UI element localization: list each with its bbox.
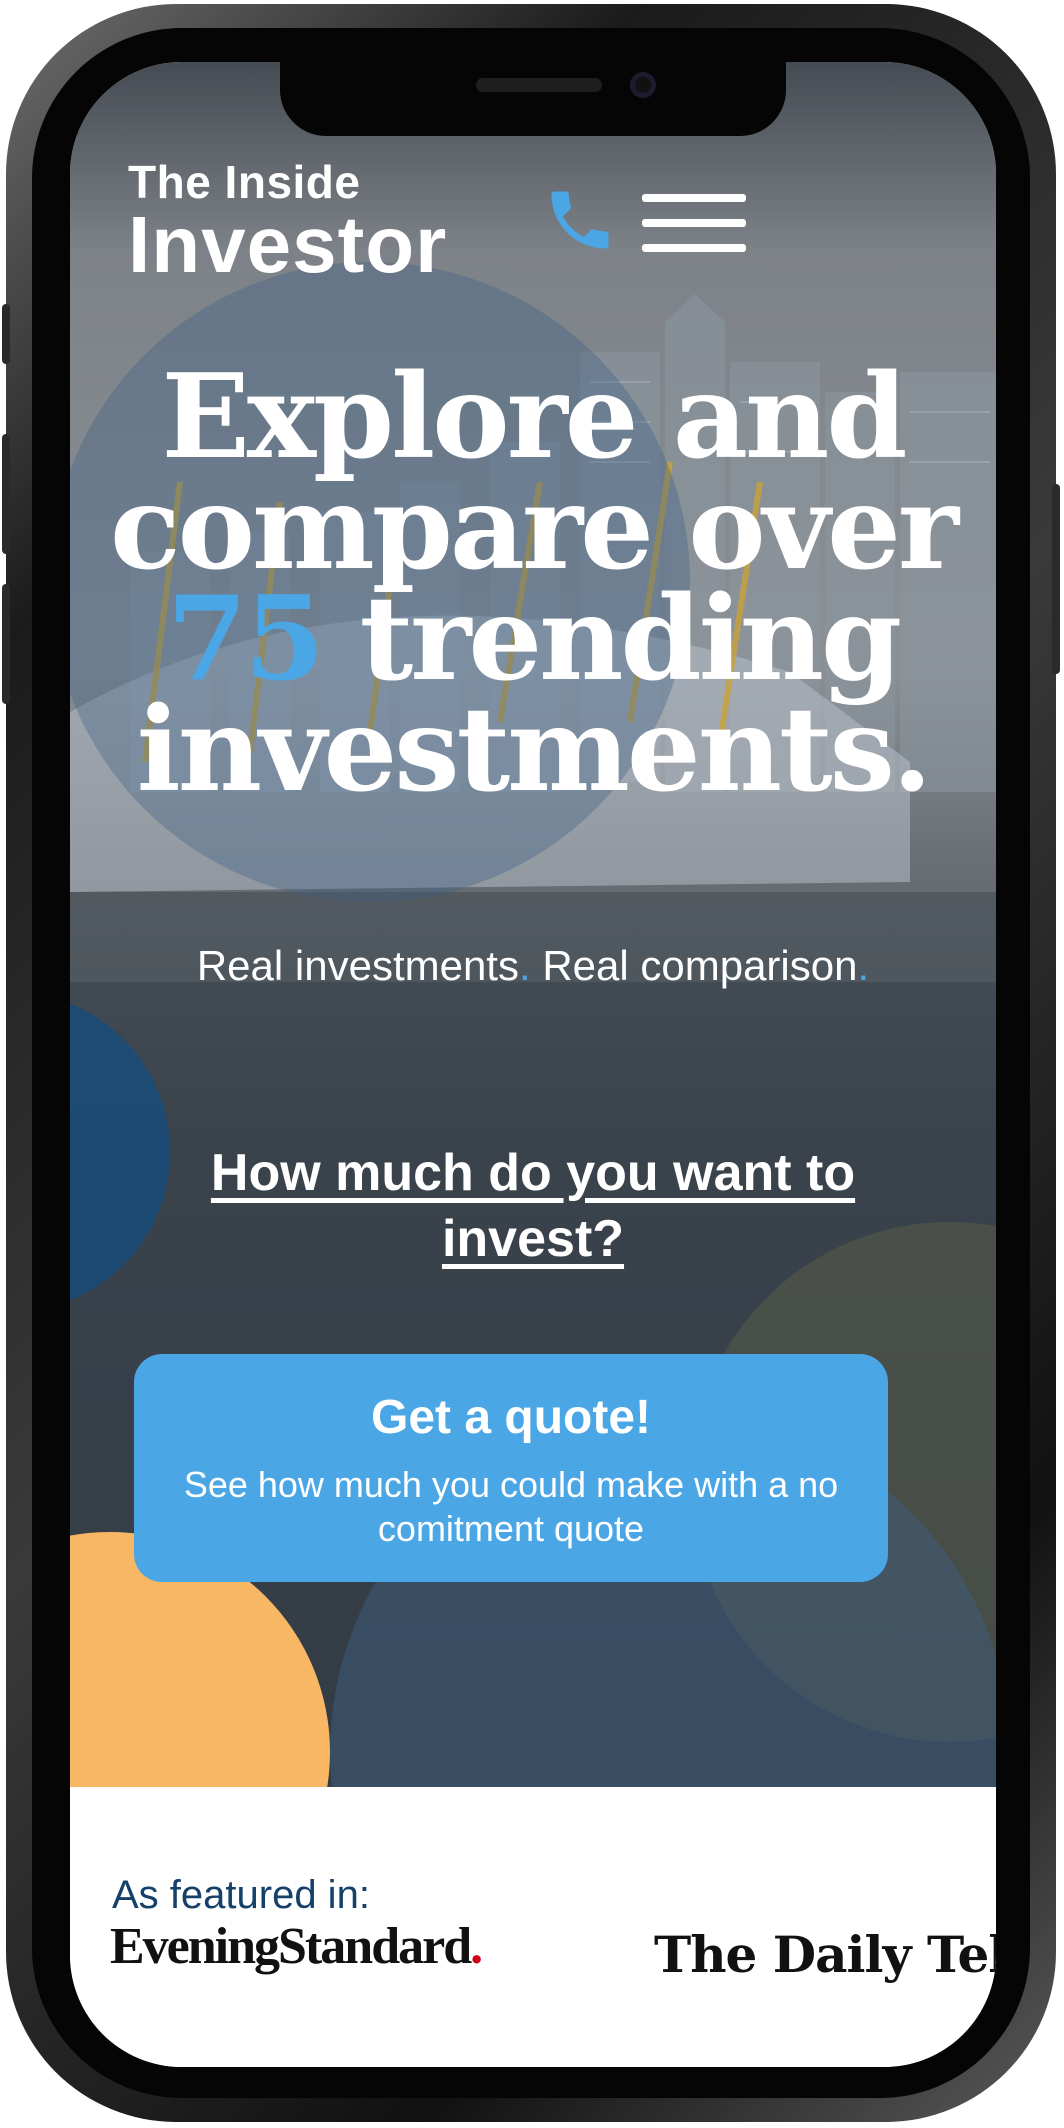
phone-notch [280,62,786,136]
evening-standard-text: EveningStandard [110,1918,472,1975]
mute-switch [2,304,10,364]
speaker-grille [476,78,602,92]
volume-down-button [2,584,10,704]
get-quote-subtitle: See how much you could make with a no co… [183,1464,839,1549]
get-quote-title: Get a quote! [370,1391,651,1444]
hero-section: The Inside Investor Explore and compare … [70,62,996,1787]
headline-line-1: Explore and [161,349,907,485]
hamburger-menu-icon[interactable] [642,188,746,258]
evening-standard-dot: . [470,1918,483,1975]
get-quote-button[interactable]: Get a quote! See how much you could make… [134,1354,888,1582]
evening-standard-logo: EveningStandard. [110,1917,483,1976]
volume-up-button [2,434,10,554]
headline-line-3: 75 trending [70,581,996,697]
phone-icon[interactable] [542,182,618,258]
daily-telegraph-logo: The Daily Telegr [654,1925,996,1984]
subheadline-dot-2: . [857,942,870,989]
subheadline-part-1: Real investments [196,942,519,989]
featured-in-section: As featured in: EveningStandard. The Dai… [70,1787,996,2067]
headline-line-2: compare over [109,460,959,596]
hero-subheadline: Real investments. Real comparison. [70,942,996,990]
phone-screen: The Inside Investor Explore and compare … [70,62,996,2067]
invest-amount-link[interactable]: How much do you want to invest? [190,1140,876,1272]
subheadline-part-2: Real comparison [530,942,858,989]
front-camera [630,72,656,98]
power-button [1052,484,1060,674]
hero-headline: Explore and compare over 75 trending inv… [70,349,996,818]
logo-line-2: Investor [128,200,448,289]
featured-label: As featured in: [112,1873,370,1917]
headline-line-4: investments. [136,682,933,818]
subheadline-dot-1: . [518,942,531,989]
site-logo[interactable]: The Inside Investor [128,156,448,289]
